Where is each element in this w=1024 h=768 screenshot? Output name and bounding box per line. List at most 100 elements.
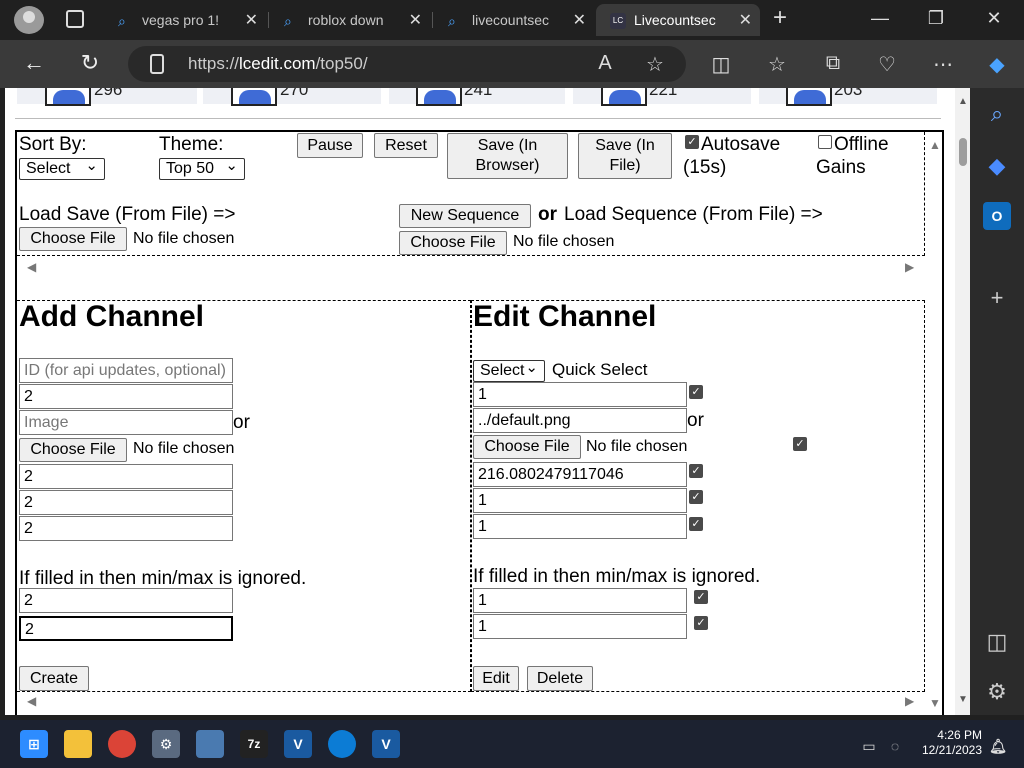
- edit-image-file-status: No file chosen: [586, 438, 688, 455]
- channel-count: 296: [94, 88, 123, 99]
- channel-min-input[interactable]: 2: [19, 490, 233, 515]
- profile-avatar[interactable]: [14, 6, 44, 34]
- edit-max-input[interactable]: 1: [473, 514, 687, 539]
- new-tab-button[interactable]: +: [766, 4, 794, 32]
- photos-app-icon[interactable]: [196, 730, 224, 758]
- settings-gear-icon[interactable]: ⚙: [983, 678, 1011, 706]
- save-in-file-button[interactable]: Save (In File): [578, 133, 672, 179]
- edit-rate2-input[interactable]: 1: [473, 614, 687, 639]
- notifications-bell-icon[interactable]: 🔔︎: [988, 732, 1008, 760]
- search-icon[interactable]: ⌕: [983, 100, 1011, 128]
- reset-button[interactable]: Reset: [374, 133, 438, 158]
- tab-vegas[interactable]: ⌕ vegas pro 1! ✕: [104, 4, 266, 36]
- scroll-down-arrow[interactable]: ▼: [958, 694, 968, 705]
- edit-image-input[interactable]: ../default.png: [473, 408, 687, 433]
- tab-actions-icon[interactable]: [66, 10, 84, 28]
- clock[interactable]: 4:26 PM 12/21/2023: [912, 728, 982, 758]
- add-image-choose-file-button[interactable]: Choose File: [19, 438, 127, 462]
- channel-avatar: [786, 88, 832, 106]
- minmax-note: If filled in then min/max is ignored.: [19, 568, 307, 589]
- file-explorer-icon[interactable]: [64, 730, 92, 758]
- tab-roblox[interactable]: ⌕ roblox down ✕: [270, 4, 430, 36]
- edge-icon[interactable]: [328, 730, 356, 758]
- close-window-button[interactable]: ✕: [980, 8, 1008, 29]
- edit-name-checkbox[interactable]: ✓: [689, 385, 703, 399]
- add-icon[interactable]: +: [983, 284, 1011, 312]
- edit-count-checkbox[interactable]: ✓: [689, 464, 703, 478]
- browser-essentials-icon[interactable]: ♡: [874, 52, 900, 77]
- close-icon[interactable]: ✕: [573, 10, 586, 30]
- edit-rate-checkbox[interactable]: ✓: [694, 590, 708, 604]
- split-screen-icon[interactable]: ◫: [708, 52, 734, 77]
- tab-livecountsec-active[interactable]: LC Livecountsec ✕: [596, 4, 760, 36]
- scrollbar-thumb[interactable]: [959, 138, 967, 166]
- close-icon[interactable]: ✕: [245, 10, 258, 30]
- edit-image-choose-file-button[interactable]: Choose File: [473, 435, 581, 459]
- favorites-icon[interactable]: ☆: [764, 52, 790, 77]
- edit-image-checkbox[interactable]: ✓: [793, 437, 807, 451]
- network-icon[interactable]: ◌: [884, 732, 906, 760]
- load-sequence-choose-file-button[interactable]: Choose File: [399, 231, 507, 255]
- edit-count-input[interactable]: 216.0802479117046: [473, 462, 687, 487]
- channel-rate2-input[interactable]: 2: [19, 616, 233, 641]
- edit-min-checkbox[interactable]: ✓: [689, 490, 703, 504]
- edit-min-input[interactable]: 1: [473, 488, 687, 513]
- page-scrollbar[interactable]: ▲ ▼: [955, 88, 970, 715]
- channel-image-input[interactable]: Image: [19, 410, 233, 435]
- back-icon[interactable]: ←: [20, 50, 48, 76]
- page-viewport: 296 270 241 221 203 ▲ Sort By: Select Th…: [5, 88, 970, 715]
- pause-button[interactable]: Pause: [297, 133, 363, 158]
- channel-max-input[interactable]: 2: [19, 516, 233, 541]
- chrome-icon[interactable]: [108, 730, 136, 758]
- scroll-left-arrow[interactable]: ◀: [27, 260, 36, 274]
- scroll-right-arrow[interactable]: ▶: [905, 694, 914, 708]
- vegas-icon-2[interactable]: V: [372, 730, 400, 758]
- edit-rate-input[interactable]: 1: [473, 588, 687, 613]
- vegas-icon[interactable]: V: [284, 730, 312, 758]
- collections-icon[interactable]: ⧉: [820, 52, 846, 75]
- scroll-right-arrow[interactable]: ▶: [905, 260, 914, 274]
- create-button[interactable]: Create: [19, 666, 89, 691]
- edit-button[interactable]: Edit: [473, 666, 519, 691]
- refresh-icon[interactable]: ↻: [76, 50, 104, 76]
- scroll-up-arrow[interactable]: ▲: [929, 138, 941, 152]
- edit-max-checkbox[interactable]: ✓: [689, 517, 703, 531]
- channel-count-input[interactable]: 2: [19, 464, 233, 489]
- load-save-label: Load Save (From File) =>: [19, 204, 236, 225]
- lock-icon[interactable]: [150, 54, 164, 74]
- channel-name-input[interactable]: 2: [19, 384, 233, 409]
- scroll-left-arrow[interactable]: ◀: [27, 694, 36, 708]
- favorite-star-icon[interactable]: ☆: [642, 52, 668, 77]
- copilot-icon[interactable]: ◆: [984, 52, 1010, 77]
- sidebar-toggle-icon[interactable]: ◫: [983, 628, 1011, 656]
- copilot-sidebar-icon[interactable]: ◆: [983, 152, 1011, 180]
- edit-select[interactable]: Select: [473, 358, 545, 382]
- windows-start-icon[interactable]: ⊞: [20, 730, 48, 758]
- edit-rate2-checkbox[interactable]: ✓: [694, 616, 708, 630]
- load-save-choose-file-button[interactable]: Choose File: [19, 227, 127, 251]
- new-sequence-button[interactable]: New Sequence: [399, 204, 531, 228]
- edit-name-input[interactable]: 1: [473, 382, 687, 407]
- tab-livecountsec-search[interactable]: ⌕ livecountsec ✕: [434, 4, 594, 36]
- scroll-down-arrow[interactable]: ▼: [929, 696, 941, 710]
- maximize-button[interactable]: ❐: [922, 8, 950, 29]
- delete-button[interactable]: Delete: [527, 666, 593, 691]
- outlook-icon[interactable]: O: [983, 202, 1011, 230]
- more-menu-icon[interactable]: ⋯: [930, 52, 956, 77]
- tab-title: Livecountsec: [634, 12, 716, 28]
- sort-by-select[interactable]: Select: [19, 156, 105, 180]
- channel-rate-input[interactable]: 2: [19, 588, 233, 613]
- save-in-browser-button[interactable]: Save (In Browser): [447, 133, 568, 179]
- minimize-button[interactable]: —: [866, 8, 894, 29]
- read-aloud-icon[interactable]: A: [592, 52, 618, 75]
- 7zip-icon[interactable]: 7z: [240, 730, 268, 758]
- settings-app-icon[interactable]: ⚙: [152, 730, 180, 758]
- close-icon[interactable]: ✕: [409, 10, 422, 30]
- channel-id-input[interactable]: ID (for api updates, optional): [19, 358, 233, 383]
- display-icon[interactable]: ▭: [858, 732, 880, 760]
- tab-title: livecountsec: [472, 12, 550, 28]
- scroll-up-arrow[interactable]: ▲: [958, 96, 968, 107]
- theme-select[interactable]: Top 50: [159, 156, 245, 180]
- or-text: or: [233, 412, 250, 433]
- close-icon[interactable]: ✕: [739, 10, 752, 30]
